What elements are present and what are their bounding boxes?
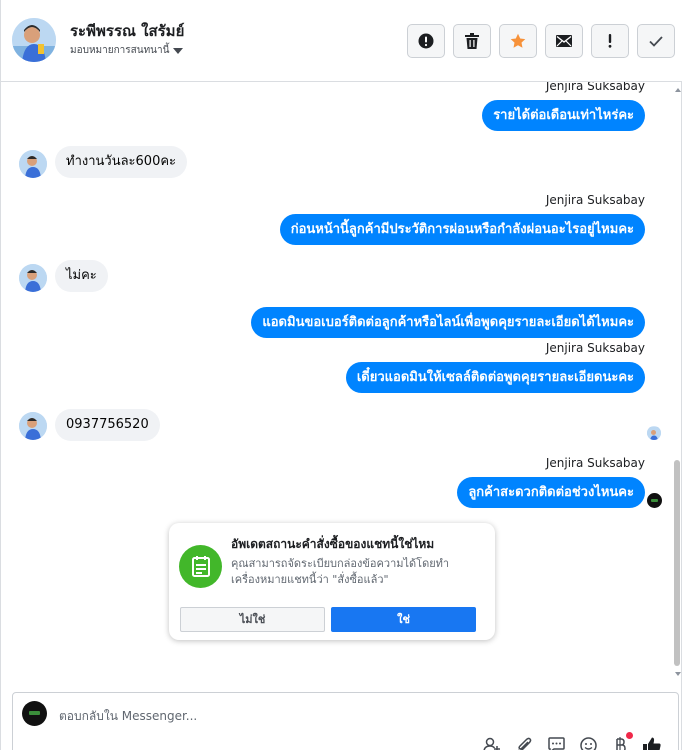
notification-dot <box>626 732 633 739</box>
chevron-down-icon <box>173 47 184 54</box>
page-avatar <box>22 701 47 726</box>
scroll-up-arrow[interactable] <box>675 88 681 92</box>
mark-done-button[interactable] <box>637 24 675 58</box>
conversation-header: ระพีพรรณ ใสรัมย์ มอบหมายการสนทนานี้ <box>1 0 682 82</box>
outgoing-message[interactable]: ลูกค้าสะดวกติดต่อช่วงไหนคะ <box>457 477 645 508</box>
order-prompt-description: คุณสามารถจัดระเบียบกล่องข้อความได้โดยทำเ… <box>231 557 450 586</box>
reply-composer <box>12 692 679 750</box>
scrollbar-thumb[interactable] <box>674 460 680 666</box>
alert-circle-icon <box>418 33 434 49</box>
seen-indicator-avatar <box>647 426 661 440</box>
messenger-inbox-conversation: ระพีพรรณ ใสรัมย์ มอบหมายการสนทนานี้ Jenj… <box>0 0 682 750</box>
attachment-icon <box>518 737 532 750</box>
order-status-prompt: อัพเดตสถานะคำสั่งซื้อของแชทนี้ใช่ไหม คุณ… <box>169 523 495 640</box>
exclamation-icon <box>608 34 612 48</box>
like-icon <box>643 737 661 750</box>
contact-avatar-small <box>19 412 47 440</box>
order-no-button[interactable]: ไม่ใช่ <box>180 607 325 632</box>
saved-reply-icon <box>483 737 500 750</box>
contact-name[interactable]: ระพีพรรณ ใสรัมย์ <box>70 19 184 43</box>
message-sender: Jenjira Suksabay <box>545 341 645 355</box>
quick-reply-icon <box>547 737 565 750</box>
contact-avatar-small <box>19 264 47 292</box>
sent-indicator-avatar <box>647 493 662 508</box>
conversation-actions <box>407 24 675 58</box>
check-icon <box>649 35 663 47</box>
incoming-message[interactable]: ทำงานวันละ600คะ <box>55 146 188 178</box>
reply-input[interactable] <box>59 706 479 726</box>
message-thread[interactable]: Jenjira Suksabay รายได้ต่อเดือนเท่าไหร่ค… <box>1 82 682 682</box>
outgoing-message[interactable]: แอดมินขอเบอร์ติดต่อลูกค้าหรือไลน์เพื่อพู… <box>251 307 645 338</box>
attachment-button[interactable] <box>515 736 533 750</box>
incoming-message[interactable]: 0937756520 <box>55 409 160 441</box>
spam-button[interactable] <box>407 24 445 58</box>
message-sender: Jenjira Suksabay <box>545 193 645 207</box>
message-sender: Jenjira Suksabay <box>545 456 645 470</box>
follow-up-button[interactable] <box>591 24 629 58</box>
saved-reply-button[interactable] <box>483 736 501 750</box>
outgoing-message[interactable]: ก่อนหน้านี้ลูกค้ามีประวัติการผ่อนหรือกำล… <box>279 214 645 245</box>
outgoing-message[interactable]: รายได้ต่อเดือนเท่าไหร่คะ <box>482 100 645 131</box>
delete-button[interactable] <box>453 24 491 58</box>
message-sender: Jenjira Suksabay <box>545 82 645 93</box>
mark-unread-button[interactable] <box>545 24 583 58</box>
quick-reply-button[interactable] <box>547 736 565 750</box>
payment-button[interactable] <box>611 732 633 750</box>
envelope-icon <box>556 35 572 47</box>
star-icon <box>510 33 526 48</box>
star-button[interactable] <box>499 24 537 58</box>
order-yes-button[interactable]: ใช่ <box>331 607 476 632</box>
incoming-message[interactable]: ไม่คะ <box>55 260 108 292</box>
contact-avatar-small <box>19 150 47 178</box>
emoji-button[interactable] <box>579 736 597 750</box>
payment-icon <box>616 736 626 750</box>
order-prompt-title: อัพเดตสถานะคำสั่งซื้อของแชทนี้ใช่ไหม <box>231 537 435 551</box>
composer-toolbar <box>483 732 661 750</box>
outgoing-message[interactable]: เดี๋ยวแอดมินให้เซลล์ติดต่อพูดคุยรายละเอี… <box>345 362 645 393</box>
assign-label: มอบหมายการสนทนานี้ <box>70 45 170 56</box>
contact-avatar[interactable] <box>12 18 56 62</box>
assign-conversation-dropdown[interactable]: มอบหมายการสนทนานี้ <box>70 43 184 58</box>
order-receipt-icon <box>179 545 222 588</box>
emoji-icon <box>579 736 597 750</box>
trash-icon <box>465 33 479 49</box>
scroll-down-arrow[interactable] <box>675 672 681 676</box>
like-button[interactable] <box>643 736 661 750</box>
